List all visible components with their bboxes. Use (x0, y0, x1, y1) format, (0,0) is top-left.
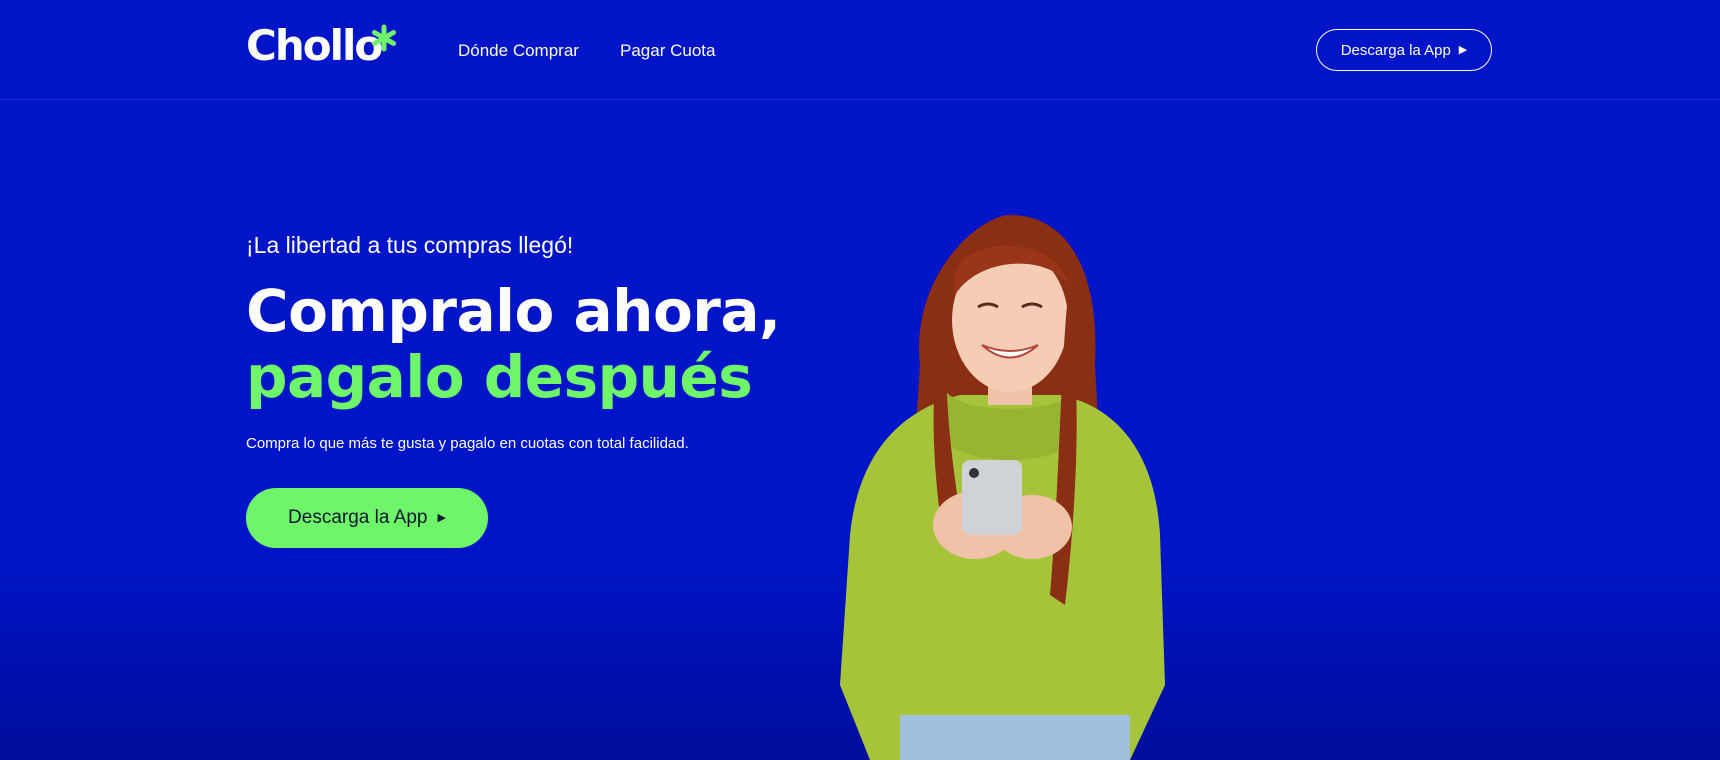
brand-logo[interactable]: Chollo (246, 22, 383, 70)
top-navbar: Chollo Dónde Comprar Pagar Cuota Descarg… (0, 0, 1720, 100)
nav-link-pagar-cuota[interactable]: Pagar Cuota (620, 40, 715, 62)
play-triangle-icon: ▶ (1458, 43, 1468, 56)
asterisk-icon (372, 24, 396, 52)
download-app-button-hero[interactable]: Descarga la App ▶ (246, 488, 488, 548)
download-app-label: Descarga la App (288, 507, 428, 528)
hero-headline-line1: Compralo ahora, (246, 277, 781, 345)
hero-tagline: ¡La libertad a tus compras llegó! (246, 232, 574, 258)
hero-headline-line2: pagalo después (246, 343, 753, 411)
download-app-label: Descarga la App (1340, 41, 1451, 59)
download-app-button-header[interactable]: Descarga la App ▶ (1316, 29, 1492, 71)
hero-subtitle: Compra lo que más te gusta y pagalo en c… (246, 435, 689, 452)
hero-woman-with-phone-image (840, 215, 1165, 760)
play-triangle-icon: ▶ (437, 511, 446, 524)
nav-link-donde-comprar[interactable]: Dónde Comprar (458, 40, 579, 62)
